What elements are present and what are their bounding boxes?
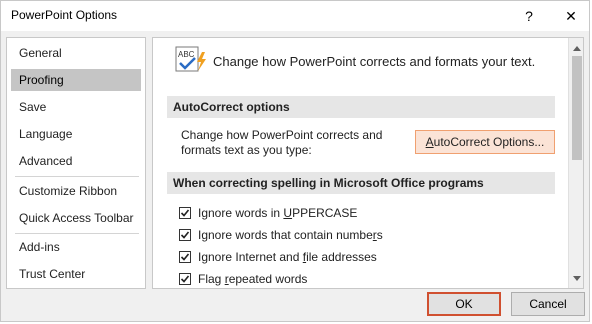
checkbox[interactable]: [179, 273, 191, 285]
checkbox[interactable]: [179, 229, 191, 241]
sidebar-item-save[interactable]: Save: [11, 96, 141, 118]
sidebar-divider: [15, 176, 139, 177]
close-icon[interactable]: ✕: [553, 1, 589, 31]
sidebar-item-add-ins[interactable]: Add-ins: [11, 236, 141, 258]
checkmark-icon: [180, 231, 190, 239]
abc-check-icon: ABC: [175, 46, 206, 72]
sidebar-nav: General Proofing Save Language Advanced …: [6, 37, 146, 289]
scroll-up-icon[interactable]: [569, 40, 583, 56]
sidebar-item-language[interactable]: Language: [11, 123, 141, 145]
help-icon[interactable]: ?: [511, 1, 547, 31]
spelling-section-header: When correcting spelling in Microsoft Of…: [167, 172, 555, 194]
option-label: Ignore words in UPPERCASE: [198, 206, 358, 220]
panel-header: Change how PowerPoint corrects and forma…: [213, 54, 536, 69]
checkbox[interactable]: [179, 251, 191, 263]
button-text: utoCorrect Options...: [433, 135, 545, 149]
autocorrect-description-line: Change how PowerPoint corrects and: [181, 128, 383, 142]
checkmark-icon: [180, 209, 190, 217]
sidebar-item-trust-center[interactable]: Trust Center: [11, 263, 141, 285]
option-flag-repeated-words[interactable]: Flag repeated words: [179, 270, 307, 288]
abc-icon-text: ABC: [178, 50, 195, 59]
sidebar-item-general[interactable]: General: [11, 42, 141, 64]
autocorrect-section-header: AutoCorrect options: [167, 96, 555, 118]
cancel-button[interactable]: Cancel: [511, 292, 585, 316]
options-dialog: PowerPoint Options ? ✕ General Proofing …: [0, 0, 590, 322]
proofing-panel: ABC Change how PowerPoint corrects and f…: [152, 37, 584, 289]
sidebar-item-customize-ribbon[interactable]: Customize Ribbon: [11, 180, 141, 202]
checkmark-icon: [180, 275, 190, 283]
ok-button[interactable]: OK: [427, 292, 501, 316]
vertical-scrollbar[interactable]: [568, 38, 583, 288]
scrollbar-thumb[interactable]: [572, 56, 582, 160]
autocorrect-options-button[interactable]: AutoCorrect Options...: [415, 130, 555, 154]
button-accel-key: A: [425, 135, 434, 149]
sidebar-item-proofing[interactable]: Proofing: [11, 69, 141, 91]
sidebar-divider: [15, 233, 139, 234]
sidebar-item-quick-access-toolbar[interactable]: Quick Access Toolbar: [11, 207, 141, 229]
autocorrect-description: Change how PowerPoint corrects and forma…: [181, 128, 401, 158]
window-title: PowerPoint Options: [11, 8, 118, 22]
checkbox[interactable]: [179, 207, 191, 219]
title-bar: PowerPoint Options ? ✕: [1, 1, 589, 31]
checkmark-icon: [180, 253, 190, 261]
sidebar-item-advanced[interactable]: Advanced: [11, 150, 141, 172]
option-label: Ignore Internet and file addresses: [198, 250, 377, 264]
option-label: Flag repeated words: [198, 272, 308, 286]
scroll-down-icon[interactable]: [569, 270, 583, 286]
autocorrect-description-line: formats text as you type:: [181, 143, 312, 157]
option-label: Ignore words that contain numbers: [198, 228, 383, 242]
option-ignore-numbers[interactable]: Ignore words that contain numbers: [179, 226, 383, 244]
option-ignore-uppercase[interactable]: Ignore words in UPPERCASE: [179, 204, 357, 222]
option-ignore-internet-addresses[interactable]: Ignore Internet and file addresses: [179, 248, 377, 266]
